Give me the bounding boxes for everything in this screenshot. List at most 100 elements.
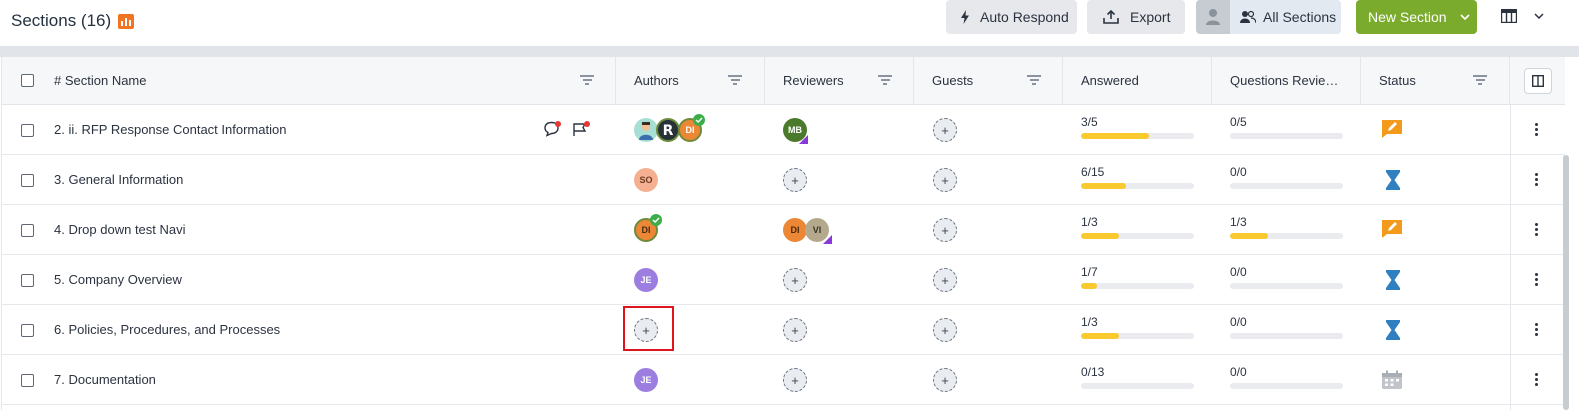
column-header-reviewers[interactable]: Reviewers <box>765 57 914 105</box>
hourglass-icon[interactable] <box>1386 320 1400 340</box>
filter-icon[interactable] <box>580 74 594 86</box>
answered-count: 1/3 <box>1081 215 1098 229</box>
kebab-icon[interactable] <box>1535 373 1538 387</box>
columns-toggle-button[interactable] <box>1524 68 1552 94</box>
table-row[interactable]: 7. Documentation JE + + 0/13 0/0 <box>2 355 1565 405</box>
column-header-status[interactable]: Status <box>1361 57 1510 105</box>
sections-table: # Section Name Authors Reviewers Guests … <box>1 57 1565 410</box>
author-avatar[interactable] <box>634 118 658 142</box>
section-name[interactable]: 5. Company Overview <box>54 272 182 287</box>
comment-icon[interactable] <box>543 121 561 137</box>
author-avatar[interactable]: R <box>656 118 680 142</box>
header-divider <box>0 46 1579 57</box>
filter-icon[interactable] <box>1027 74 1041 86</box>
section-name[interactable]: 3. General Information <box>54 172 183 187</box>
auto-respond-label: Auto Respond <box>980 9 1069 25</box>
filter-icon[interactable] <box>1473 74 1487 86</box>
flag-icon[interactable] <box>572 121 590 137</box>
upload-icon <box>1103 10 1119 24</box>
row-checkbox[interactable] <box>21 174 34 187</box>
table-layout-button[interactable] <box>1501 6 1551 28</box>
table-row[interactable]: 5. Company Overview JE + + 1/7 0/0 <box>2 255 1565 305</box>
add-guest-button[interactable]: + <box>933 368 957 392</box>
answered-progress <box>1081 283 1194 289</box>
answered-count: 1/3 <box>1081 315 1098 329</box>
logo-icon: R <box>663 123 674 139</box>
row-checkbox[interactable] <box>21 374 34 387</box>
answered-count: 0/13 <box>1081 365 1105 379</box>
column-header-questions-reviewed[interactable]: Questions Revie… <box>1212 57 1361 105</box>
row-checkbox[interactable] <box>21 324 34 337</box>
author-avatar[interactable]: JE <box>634 368 658 392</box>
kebab-icon[interactable] <box>1535 173 1538 187</box>
column-name-label: # Section Name <box>54 73 147 88</box>
add-guest-button[interactable]: + <box>933 118 957 142</box>
add-reviewer-button[interactable]: + <box>783 168 807 192</box>
table-row[interactable]: 6. Policies, Procedures, and Processes +… <box>2 305 1565 355</box>
column-header-answered[interactable]: Answered <box>1063 57 1212 105</box>
chevron-down-icon[interactable] <box>1460 14 1470 20</box>
kebab-icon[interactable] <box>1535 323 1538 337</box>
column-reviewers-label: Reviewers <box>783 73 844 88</box>
pending-review-icon <box>799 135 808 144</box>
column-guests-label: Guests <box>932 73 974 88</box>
reviewed-progress <box>1230 283 1343 289</box>
column-header-authors[interactable]: Authors <box>616 57 765 105</box>
reviewed-count: 0/0 <box>1230 265 1247 279</box>
add-guest-button[interactable]: + <box>933 268 957 292</box>
hourglass-icon[interactable] <box>1386 270 1400 290</box>
auto-respond-button[interactable]: Auto Respond <box>946 0 1077 34</box>
add-guest-button[interactable]: + <box>933 318 957 342</box>
column-questions-reviewed-label: Questions Revie… <box>1230 73 1339 88</box>
table-row[interactable]: 3. General Information SO + + 6/15 0/0 <box>2 155 1565 205</box>
section-name[interactable]: 2. ii. RFP Response Contact Information <box>54 122 286 137</box>
all-sections-button[interactable]: All Sections <box>1196 0 1341 34</box>
filter-icon[interactable] <box>878 74 892 86</box>
chart-icon[interactable] <box>118 14 134 29</box>
vertical-scrollbar[interactable] <box>1563 155 1569 410</box>
progress-fill <box>1081 233 1119 239</box>
row-checkbox[interactable] <box>21 224 34 237</box>
add-guest-button[interactable]: + <box>933 218 957 242</box>
reviewed-count: 0/0 <box>1230 315 1247 329</box>
add-reviewer-button[interactable]: + <box>783 268 807 292</box>
export-button[interactable]: Export <box>1087 0 1185 34</box>
reviewed-count: 1/3 <box>1230 215 1247 229</box>
reviewed-progress <box>1230 383 1343 389</box>
column-header-name[interactable]: # Section Name <box>2 57 616 105</box>
export-label: Export <box>1130 9 1171 25</box>
row-checkbox[interactable] <box>21 124 34 137</box>
all-sections-label: All Sections <box>1263 9 1337 25</box>
lightning-icon <box>961 10 969 24</box>
author-avatar[interactable]: JE <box>634 268 658 292</box>
add-guest-button[interactable]: + <box>933 168 957 192</box>
filter-icon[interactable] <box>728 74 742 86</box>
pencil-icon[interactable] <box>1381 219 1403 239</box>
add-reviewer-button[interactable]: + <box>783 318 807 342</box>
column-divider <box>1510 105 1511 410</box>
column-header-guests[interactable]: Guests <box>914 57 1063 105</box>
section-name[interactable]: 6. Policies, Procedures, and Processes <box>54 322 280 337</box>
section-name[interactable]: 7. Documentation <box>54 372 156 387</box>
pencil-icon[interactable] <box>1381 119 1403 139</box>
kebab-icon[interactable] <box>1535 123 1538 137</box>
row-checkbox[interactable] <box>21 274 34 287</box>
new-section-button[interactable]: New Section <box>1356 0 1477 34</box>
table-row[interactable]: 4. Drop down test Navi DI DI VI + 1/3 1/… <box>2 205 1565 255</box>
author-avatar[interactable]: SO <box>634 168 658 192</box>
kebab-icon[interactable] <box>1535 223 1538 237</box>
table-row[interactable]: 2. ii. RFP Response Contact Information … <box>2 105 1565 155</box>
reviewer-avatar[interactable]: DI <box>783 218 807 242</box>
add-reviewer-button[interactable]: + <box>783 368 807 392</box>
select-all-checkbox[interactable] <box>21 74 34 87</box>
person-icon <box>639 122 653 140</box>
reviewed-count: 0/0 <box>1230 165 1247 179</box>
columns-icon <box>1532 75 1544 87</box>
calendar-icon[interactable] <box>1381 370 1403 390</box>
section-name[interactable]: 4. Drop down test Navi <box>54 222 186 237</box>
pending-review-icon <box>823 235 832 244</box>
page-title: Sections (16) <box>11 11 112 30</box>
hourglass-icon[interactable] <box>1386 170 1400 190</box>
reviewed-progress <box>1230 133 1343 139</box>
kebab-icon[interactable] <box>1535 273 1538 287</box>
